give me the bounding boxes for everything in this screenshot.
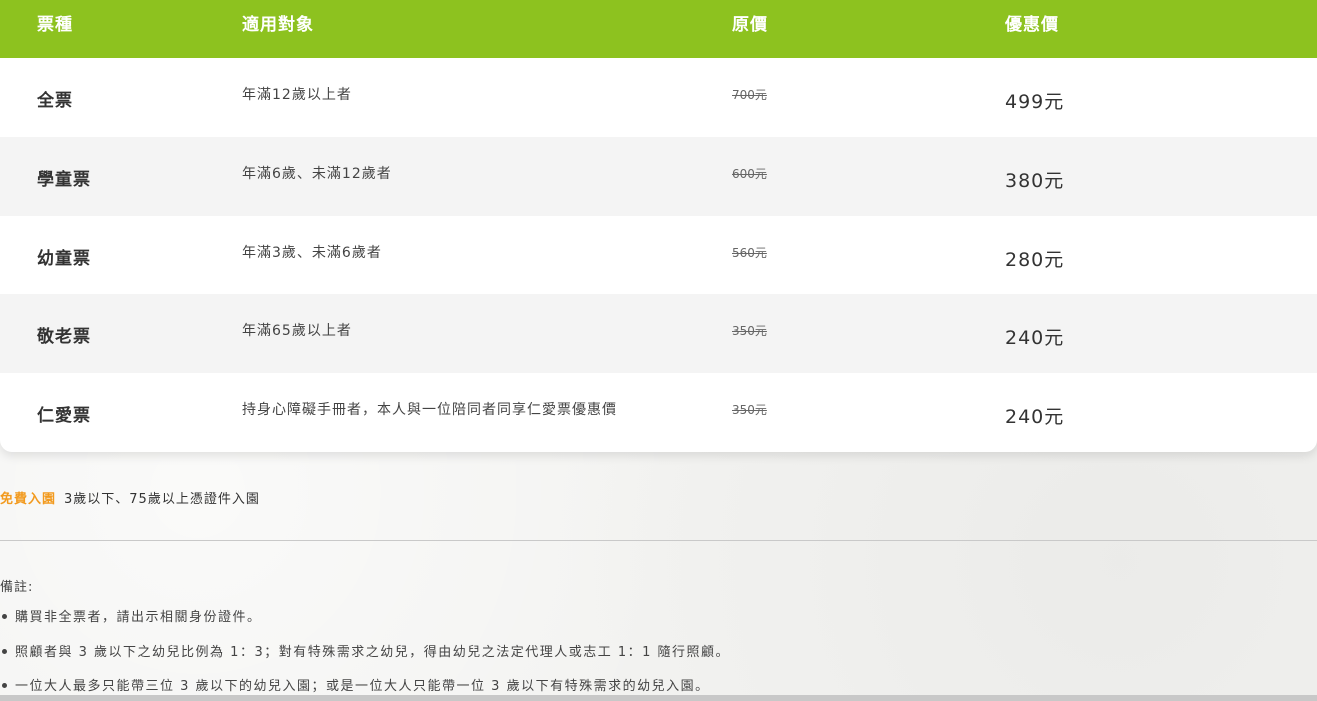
table-header: 票種 適用對象 原價 優惠價	[0, 0, 1317, 58]
bottom-bar	[0, 695, 1317, 701]
ticket-target: 年滿65歲以上者	[242, 323, 352, 340]
bullet-icon	[2, 614, 7, 619]
header-target: 適用對象	[242, 15, 314, 35]
ticket-name: 敬老票	[37, 327, 91, 348]
ticket-name: 學童票	[37, 169, 91, 190]
ticket-target: 持身心障礙手冊者，本人與一位陪同者同享仁愛票優惠價	[242, 402, 617, 419]
table-row: 幼童票 年滿3歲、未滿6歲者 560元 280元	[0, 216, 1317, 295]
notes-title: 備註:	[0, 580, 34, 595]
header-sale-price: 優惠價	[1005, 15, 1059, 35]
divider	[0, 540, 1317, 541]
ticket-name: 仁愛票	[37, 406, 91, 427]
free-entry-line: 免費入園 3歲以下、75歲以上憑證件入園	[0, 488, 260, 507]
note-text: 照顧者與 3 歲以下之幼兒比例為 1：3；對有特殊需求之幼兒，得由幼兒之法定代理…	[15, 645, 731, 660]
table-row: 全票 年滿12歲以上者 700元 499元	[0, 58, 1317, 137]
ticket-name: 幼童票	[37, 248, 91, 269]
sale-price: 380元	[1005, 169, 1065, 192]
ticket-target: 年滿6歲、未滿12歲者	[242, 165, 392, 182]
ticket-target: 年滿3歲、未滿6歲者	[242, 244, 382, 261]
ticket-price-table: 票種 適用對象 原價 優惠價 全票 年滿12歲以上者 700元 499元 學童票…	[0, 0, 1317, 452]
bullet-icon	[2, 683, 7, 688]
sale-price: 280元	[1005, 248, 1065, 271]
sale-price: 499元	[1005, 91, 1065, 113]
free-entry-label: 免費入園	[0, 492, 57, 507]
original-price: 600元	[732, 166, 767, 181]
table-row: 學童票 年滿6歲、未滿12歲者 600元 380元	[0, 136, 1317, 216]
note-item: 照顧者與 3 歲以下之幼兒比例為 1：3；對有特殊需求之幼兒，得由幼兒之法定代理…	[0, 641, 730, 660]
sale-price: 240元	[1005, 406, 1065, 429]
original-price: 350元	[732, 403, 767, 418]
free-entry-text: 3歲以下、75歲以上憑證件入園	[64, 492, 260, 507]
note-text: 一位大人最多只能帶三位 3 歲以下的幼兒入園；或是一位大人只能帶一位 3 歲以下…	[15, 679, 710, 694]
sale-price: 240元	[1005, 327, 1065, 350]
table-row: 仁愛票 持身心障礙手冊者，本人與一位陪同者同享仁愛票優惠價 350元 240元	[0, 373, 1317, 452]
note-text: 購買非全票者，請出示相關身份證件。	[15, 610, 262, 625]
ticket-target: 年滿12歲以上者	[242, 87, 352, 103]
note-item: 一位大人最多只能帶三位 3 歲以下的幼兒入園；或是一位大人只能帶一位 3 歲以下…	[0, 675, 710, 694]
header-ticket-type: 票種	[37, 15, 73, 35]
original-price: 350元	[732, 324, 767, 339]
header-original-price: 原價	[732, 15, 768, 35]
original-price: 560元	[732, 245, 767, 260]
ticket-name: 全票	[37, 91, 73, 111]
table-row: 敬老票 年滿65歲以上者 350元 240元	[0, 294, 1317, 374]
original-price: 700元	[732, 88, 767, 102]
bullet-icon	[2, 649, 7, 654]
note-item: 購買非全票者，請出示相關身份證件。	[0, 606, 262, 625]
